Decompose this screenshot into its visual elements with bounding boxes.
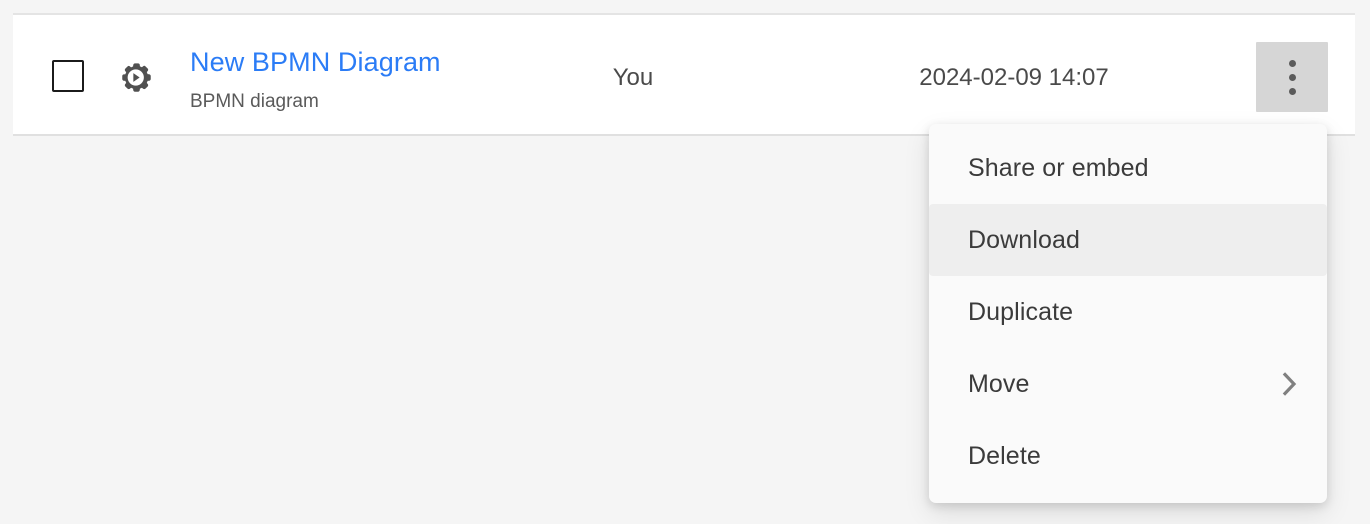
row-subtitle: BPMN diagram	[190, 91, 319, 112]
row-name-link[interactable]: New BPMN Diagram	[190, 45, 550, 79]
menu-item-duplicate[interactable]: Duplicate	[929, 276, 1327, 348]
menu-item-label: Duplicate	[968, 297, 1074, 326]
menu-item-share-or-embed[interactable]: Share or embed	[929, 132, 1327, 204]
row-context-menu: Share or embed Download Duplicate Move D…	[929, 124, 1327, 503]
chevron-right-icon	[1279, 371, 1301, 397]
menu-item-download[interactable]: Download	[929, 204, 1327, 276]
menu-item-move[interactable]: Move	[929, 348, 1327, 420]
row-creator: You	[612, 64, 654, 91]
kebab-menu-icon[interactable]	[1256, 42, 1328, 112]
kebab-dot	[1288, 73, 1296, 81]
row-modified-date: 2024-02-09 14:07	[919, 64, 1109, 91]
row-select-checkbox[interactable]	[52, 60, 84, 92]
menu-item-label: Download	[968, 225, 1080, 254]
menu-item-label: Move	[968, 369, 1030, 398]
menu-item-label: Share or embed	[968, 153, 1149, 182]
menu-item-delete[interactable]: Delete	[929, 420, 1327, 492]
kebab-dot	[1288, 59, 1296, 67]
menu-item-label: Delete	[968, 441, 1041, 470]
row-name-block: New BPMN Diagram BPMN diagram	[190, 45, 550, 113]
gear-play-icon	[117, 61, 153, 97]
file-list-row[interactable]: New BPMN Diagram BPMN diagram You 2024-0…	[13, 15, 1355, 136]
kebab-dot	[1288, 87, 1296, 95]
